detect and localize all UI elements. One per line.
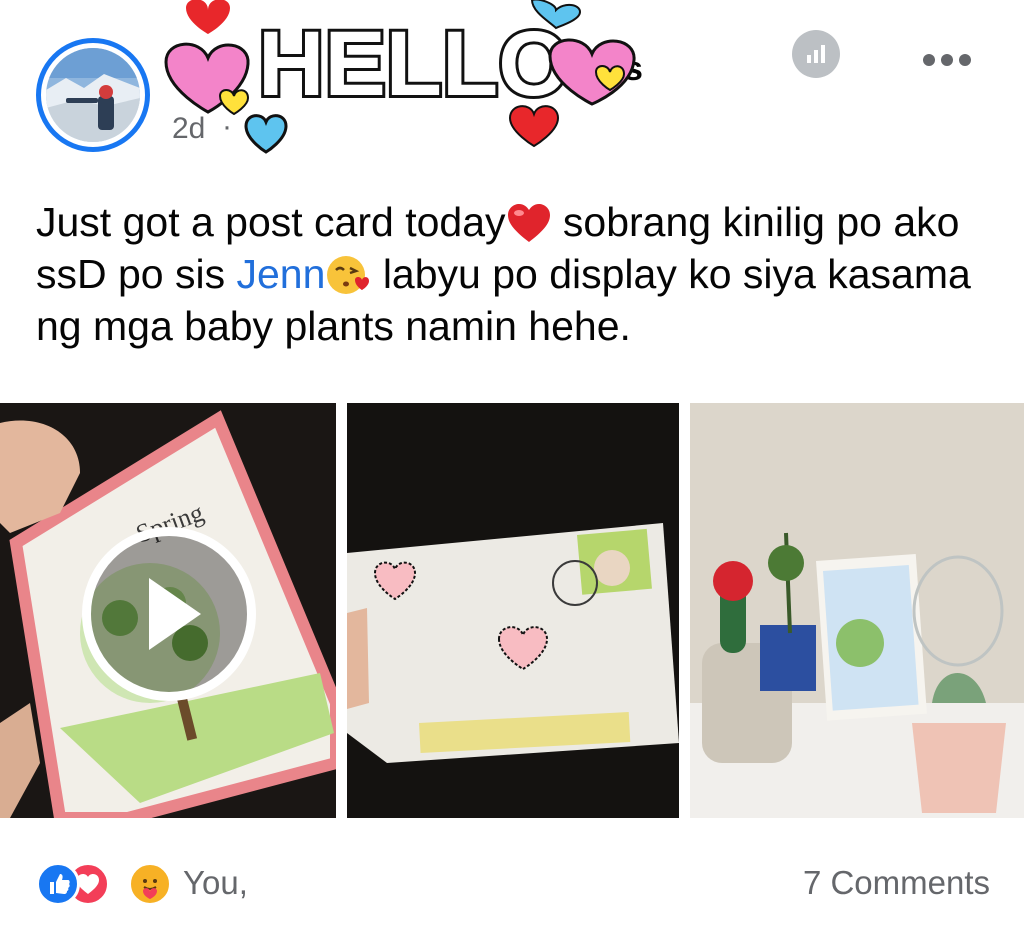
hello-sticker-text: HELLO [258,13,570,115]
bar-chart-icon [807,45,825,63]
care-reaction-icon [128,862,172,906]
heart-sticker-left-yellow [218,89,250,116]
like-reaction-icon [36,862,80,906]
avatar[interactable] [46,48,140,142]
video-play-button[interactable] [82,527,256,701]
post-footer: You, 7 Comments [0,840,1024,930]
photo-card-video[interactable]: Spring [0,403,336,818]
photo-plants-display[interactable] [690,403,1024,818]
heart-sticker-bottom-red [508,105,560,148]
heart-sticker-left-blue [244,114,288,154]
hello-sticker: HELLO [164,0,636,154]
comments-count-link[interactable]: 7 Comments [803,864,990,902]
more-options-button[interactable] [915,40,979,80]
face-blowing-kiss-emoji [327,256,370,294]
heart-emoji [507,204,550,242]
photo-envelope[interactable] [347,403,679,818]
reaction-icons[interactable] [36,862,176,906]
reactors-label[interactable]: You, [183,864,248,902]
post-text: Just got a post card today sobrang kinil… [36,196,996,352]
play-icon [149,578,201,650]
post-text-part1: Just got a post card today [36,199,506,245]
heart-sticker-top-red [186,0,230,34]
mention-link[interactable]: Jenn [237,251,326,297]
insights-button[interactable] [792,30,840,78]
post-header: ’ s 2d · HELLO [0,0,1024,170]
plants-display-image [690,403,1024,818]
more-dots-icon [923,54,971,66]
envelope-image [347,403,679,818]
